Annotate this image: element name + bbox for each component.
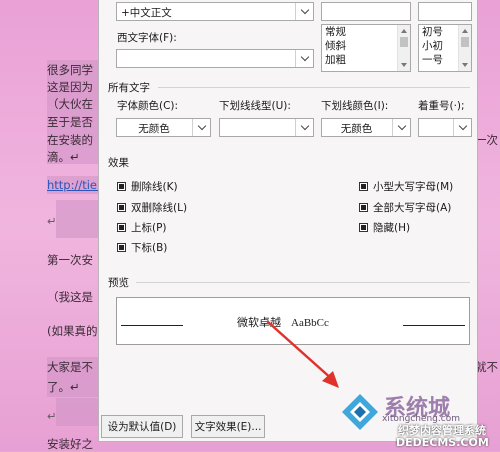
scrollbar[interactable] xyxy=(397,25,410,71)
preview-section: 预览 xyxy=(108,275,470,290)
checkbox-box[interactable] xyxy=(359,182,368,191)
section-heading: 所有文字 xyxy=(108,82,150,94)
checkbox-box[interactable] xyxy=(117,203,126,212)
underline-style-select[interactable] xyxy=(219,118,314,137)
font-color-select[interactable]: 无颜色 xyxy=(116,118,211,137)
underline-style-label: 下划线线型(U): xyxy=(219,100,291,112)
western-font-label: 西文字体(F): xyxy=(117,32,177,44)
chevron-down-icon[interactable] xyxy=(392,119,410,136)
document-line: ↵ xyxy=(47,409,57,423)
document-line: 很多同学 xyxy=(47,63,93,77)
font-size-list[interactable]: 初号 小初 一号 xyxy=(418,24,472,72)
document-link[interactable]: http://tiel xyxy=(47,178,100,192)
font-style-input[interactable] xyxy=(321,2,411,21)
preview-baseline xyxy=(121,325,183,326)
document-line: 至于是否 xyxy=(47,115,93,129)
watermark: 系统城 xitongcheng.com 织梦内容管理系统 DEDECMS.COM xyxy=(338,388,500,451)
checkbox-box[interactable] xyxy=(117,243,126,252)
set-default-button[interactable]: 设为默认值(D) xyxy=(101,415,183,438)
checkbox-label: 全部大写字母(A) xyxy=(373,202,452,214)
section-heading: 预览 xyxy=(108,277,129,289)
preview-sample-cn: 微软卓越 xyxy=(237,316,281,329)
font-color-value: 无颜色 xyxy=(138,123,170,135)
font-color-label: 字体颜色(C): xyxy=(117,100,179,112)
checkbox-label: 下标(B) xyxy=(131,242,168,254)
checkbox-box[interactable] xyxy=(359,203,368,212)
watermark-url: DEDECMS.COM xyxy=(396,436,489,449)
document-line: 在安装的 xyxy=(47,133,93,147)
checkbox-label: 小型大写字母(M) xyxy=(373,181,454,193)
underline-color-label: 下划线颜色(I): xyxy=(321,100,389,112)
effects-section: 效果 xyxy=(108,155,470,170)
preview-sample: 微软卓越 AaBbCc xyxy=(237,314,329,330)
chinese-font-value: +中文正文 xyxy=(121,7,172,19)
hidden-checkbox[interactable]: 隐藏(H) xyxy=(359,220,410,235)
all-caps-checkbox[interactable]: 全部大写字母(A) xyxy=(359,200,451,215)
chevron-down-icon[interactable] xyxy=(295,119,313,136)
document-line-fragment: 一次 xyxy=(475,133,498,147)
chevron-down-icon[interactable] xyxy=(295,50,313,67)
document-line: ↵ xyxy=(47,214,57,228)
emphasis-label: 着重号(·); xyxy=(418,100,465,112)
checkbox-box[interactable] xyxy=(117,223,126,232)
checkbox-label: 上标(P) xyxy=(131,222,167,234)
document-line: 滴。↵ xyxy=(47,150,80,164)
section-heading: 效果 xyxy=(108,157,129,169)
document-line: 大家是不 xyxy=(47,360,93,374)
underline-color-select[interactable]: 无颜色 xyxy=(321,118,411,137)
font-size-input[interactable] xyxy=(418,2,472,21)
emphasis-select[interactable] xyxy=(418,118,472,137)
all-text-section: 所有文字 xyxy=(108,80,470,95)
strikethrough-checkbox[interactable]: 删除线(K) xyxy=(117,179,178,194)
document-line-fragment: 就不 xyxy=(475,360,498,374)
chinese-font-select[interactable]: +中文正文 xyxy=(116,2,314,21)
document-line: (如果真的 xyxy=(47,324,98,338)
chevron-down-icon[interactable] xyxy=(453,119,471,136)
font-style-list[interactable]: 常规 倾斜 加粗 xyxy=(321,24,411,72)
windows-logo-icon xyxy=(342,394,378,430)
preview-sample-en: AaBbCc xyxy=(291,317,329,329)
small-caps-checkbox[interactable]: 小型大写字母(M) xyxy=(359,179,453,194)
text-effects-button[interactable]: 文字效果(E)... xyxy=(191,415,265,438)
checkbox-box[interactable] xyxy=(117,182,126,191)
document-line: 第一次安 xyxy=(47,253,93,267)
text-selection xyxy=(56,200,98,238)
document-line: 这是因为 xyxy=(47,80,93,94)
superscript-checkbox[interactable]: 上标(P) xyxy=(117,220,167,235)
scrollbar[interactable] xyxy=(458,25,471,71)
checkbox-label: 隐藏(H) xyxy=(373,222,411,234)
preview-baseline xyxy=(403,325,465,326)
document-line: （大伙在 xyxy=(47,97,93,111)
checkbox-label: 双删除线(L) xyxy=(131,202,188,214)
underline-color-value: 无颜色 xyxy=(340,123,373,135)
preview-box: 微软卓越 AaBbCc xyxy=(116,297,470,345)
checkbox-box[interactable] xyxy=(359,223,368,232)
western-font-select[interactable] xyxy=(116,49,314,68)
document-line: 安装好之 xyxy=(47,437,93,451)
chevron-down-icon[interactable] xyxy=(295,3,313,20)
document-line: 了。↵ xyxy=(47,380,80,394)
text-selection xyxy=(56,398,98,426)
chevron-down-icon[interactable] xyxy=(192,119,210,136)
document-line: （我这是 xyxy=(47,290,93,304)
font-dialog: +中文正文 常规 倾斜 加粗 初号 小初 一号 西文字体(F): 所有文字 字体… xyxy=(98,0,478,442)
subscript-checkbox[interactable]: 下标(B) xyxy=(117,240,167,255)
checkbox-label: 删除线(K) xyxy=(131,181,178,193)
double-strikethrough-checkbox[interactable]: 双删除线(L) xyxy=(117,200,187,215)
